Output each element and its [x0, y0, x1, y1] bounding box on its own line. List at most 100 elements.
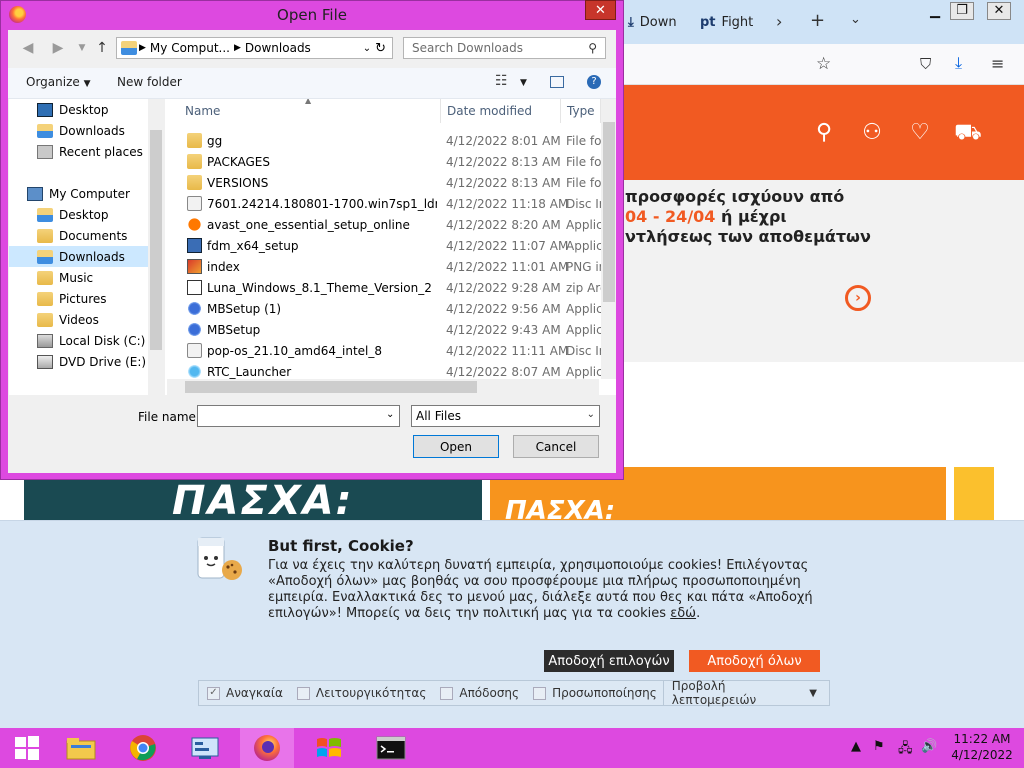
breadcrumb-my-computer[interactable]: My Comput...	[150, 41, 230, 55]
file-name: VERSIONS	[207, 175, 269, 190]
nav-scroll-thumb[interactable]	[150, 130, 162, 350]
new-folder-button[interactable]: New folder	[117, 75, 182, 89]
consent-performance[interactable]: Απόδοσης	[440, 686, 519, 700]
file-date: 4/12/2022 8:01 AM	[446, 133, 561, 148]
consent-necessary[interactable]: ✓ Αναγκαία	[207, 686, 283, 700]
close-window-icon[interactable]: ✕	[982, 0, 1016, 22]
organize-button[interactable]: Organize ▼	[26, 75, 91, 89]
refresh-icon[interactable]: ↻	[375, 41, 386, 56]
nav-my-computer[interactable]: My Computer	[9, 183, 164, 204]
recent-locations-icon[interactable]: ▼	[72, 38, 92, 58]
folder-icon	[37, 207, 53, 222]
forward-arrow-icon[interactable]: ▶	[48, 38, 68, 58]
view-dropdown-icon[interactable]: ▼	[520, 78, 527, 88]
downloads-icon[interactable]: ⤓	[955, 53, 962, 73]
taskbar-chrome[interactable]	[116, 728, 170, 768]
file-date: 4/12/2022 11:18 AM	[446, 196, 569, 211]
open-button[interactable]: Open	[413, 435, 499, 458]
file-name-input[interactable]	[197, 405, 400, 427]
volume-icon[interactable]: 🔊	[921, 739, 937, 754]
cookie-policy-link[interactable]: εδώ	[670, 606, 696, 621]
back-arrow-icon[interactable]: ◀	[18, 38, 38, 58]
file-type-filter[interactable]: All Files ⌄	[411, 405, 600, 427]
file-date: 4/12/2022 9:43 AM	[446, 322, 561, 337]
file-row[interactable]: MBSetup 4/12/2022 9:43 AM Applic	[165, 319, 601, 340]
accept-selected-button[interactable]: Αποδοχή επιλογών	[544, 650, 674, 672]
nav-videos[interactable]: Videos	[9, 309, 164, 330]
nav-local-disk[interactable]: Local Disk (C:)	[9, 330, 164, 351]
taskbar-control-panel[interactable]	[178, 728, 232, 768]
file-row[interactable]: 7601.24214.180801-1700.win7sp1_ldr_escr.…	[165, 193, 601, 214]
promo-arrow-icon[interactable]: ›	[845, 285, 871, 311]
file-row[interactable]: PACKAGES 4/12/2022 8:13 AM File fol	[165, 151, 601, 172]
horizontal-scroll-thumb[interactable]	[185, 381, 477, 393]
show-hidden-icons-icon[interactable]: ▲	[851, 739, 861, 754]
taskbar-command-prompt[interactable]	[364, 728, 418, 768]
chevron-down-icon[interactable]: ⌄	[386, 409, 394, 420]
nav-downloads[interactable]: Downloads	[9, 246, 164, 267]
easter-banner-right[interactable]	[954, 467, 994, 527]
file-list-scroll-thumb[interactable]	[603, 122, 615, 302]
file-row[interactable]: VERSIONS 4/12/2022 8:13 AM File fol	[165, 172, 601, 193]
recent-places-icon	[37, 144, 53, 159]
navigation-pane: Desktop Downloads Recent places My Compu…	[9, 99, 164, 395]
accept-all-button[interactable]: Αποδοχή όλων	[689, 650, 820, 672]
windows-flag-icon	[317, 738, 341, 757]
address-bar[interactable]: ▶ My Comput... ▶ Downloads ⌄ ↻	[116, 37, 393, 59]
nav-dvd-drive[interactable]: DVD Drive (E:) CC	[9, 351, 164, 372]
nav-desktop[interactable]: Desktop	[9, 204, 164, 225]
nav-music[interactable]: Music	[9, 267, 164, 288]
menu-hamburger-icon[interactable]: ≡	[991, 54, 1004, 73]
list-all-tabs-icon[interactable]: ⌄	[850, 12, 861, 27]
nav-pictures[interactable]: Pictures	[9, 288, 164, 309]
taskbar-file-explorer[interactable]	[54, 728, 108, 768]
action-center-flag-icon[interactable]: ⚑	[873, 739, 885, 754]
file-row[interactable]: fdm_x64_setup 4/12/2022 11:07 AM Applic	[165, 235, 601, 256]
column-type[interactable]: Type	[561, 99, 601, 123]
nav-documents[interactable]: Documents	[9, 225, 164, 246]
nav-recent-places[interactable]: Recent places	[9, 141, 164, 162]
file-row[interactable]: avast_one_essential_setup_online 4/12/202…	[165, 214, 601, 235]
cancel-button[interactable]: Cancel	[513, 435, 599, 458]
new-tab-icon[interactable]: +	[810, 10, 825, 31]
browser-tab-fight[interactable]: pt Fight	[700, 4, 753, 40]
consent-personalization[interactable]: Προσωποποίησης	[533, 686, 657, 700]
file-type: File fol	[566, 175, 601, 190]
network-icon[interactable]: 🖧	[898, 739, 913, 761]
view-options-icon[interactable]: ☷	[495, 73, 508, 89]
search-icon[interactable]: ⚲	[810, 120, 838, 145]
taskbar-windows-app[interactable]	[302, 728, 356, 768]
nav-desktop-fav[interactable]: Desktop	[9, 99, 164, 120]
account-icon[interactable]: ⚇	[858, 120, 886, 145]
wishlist-heart-icon[interactable]: ♡	[906, 120, 934, 145]
file-date: 4/12/2022 8:13 AM	[446, 154, 561, 169]
start-button[interactable]	[0, 728, 54, 768]
system-clock[interactable]: 11:22 AM 4/12/2022	[946, 731, 1018, 763]
tab-scroll-right-icon[interactable]: ›	[776, 12, 782, 31]
folder-icon	[37, 123, 53, 138]
chevron-down-icon[interactable]: ⌄	[363, 43, 371, 54]
search-input[interactable]: Search Downloads ⚲	[403, 37, 606, 59]
file-row[interactable]: index 4/12/2022 11:01 AMPNG in	[165, 256, 601, 277]
consent-functionality[interactable]: Λειτουργικότητας	[296, 686, 426, 700]
pocket-icon[interactable]: ⛉	[920, 55, 931, 73]
restore-icon[interactable]: ❐	[945, 0, 979, 22]
cart-icon[interactable]: ⛟	[954, 120, 982, 148]
preview-pane-icon[interactable]	[550, 76, 564, 88]
file-row[interactable]: gg 4/12/2022 8:01 AM File fol	[165, 130, 601, 151]
breadcrumb-downloads[interactable]: Downloads	[245, 41, 311, 55]
command-prompt-icon	[376, 736, 406, 760]
file-row[interactable]: MBSetup (1) 4/12/2022 9:56 AM Applic	[165, 298, 601, 319]
file-row[interactable]: pop-os_21.10_amd64_intel_8 4/12/2022 11:1…	[165, 340, 601, 361]
nav-downloads-fav[interactable]: Downloads	[9, 120, 164, 141]
dialog-close-button[interactable]: ✕	[585, 0, 616, 20]
show-details-toggle[interactable]: Προβολή λεπτομερειών ▼	[662, 679, 829, 707]
help-icon[interactable]: ?	[587, 75, 601, 89]
browser-tab-downloads[interactable]: ⤓ Down	[628, 4, 677, 40]
file-row[interactable]: Luna_Windows_8.1_Theme_Version_2 4/12/202…	[165, 277, 601, 298]
file-name: pop-os_21.10_amd64_intel_8	[207, 343, 383, 358]
up-arrow-icon[interactable]: ↑	[92, 38, 112, 58]
taskbar-firefox[interactable]	[240, 728, 294, 768]
column-date-modified[interactable]: Date modified	[441, 99, 561, 123]
bookmark-star-icon[interactable]: ☆	[816, 54, 831, 74]
